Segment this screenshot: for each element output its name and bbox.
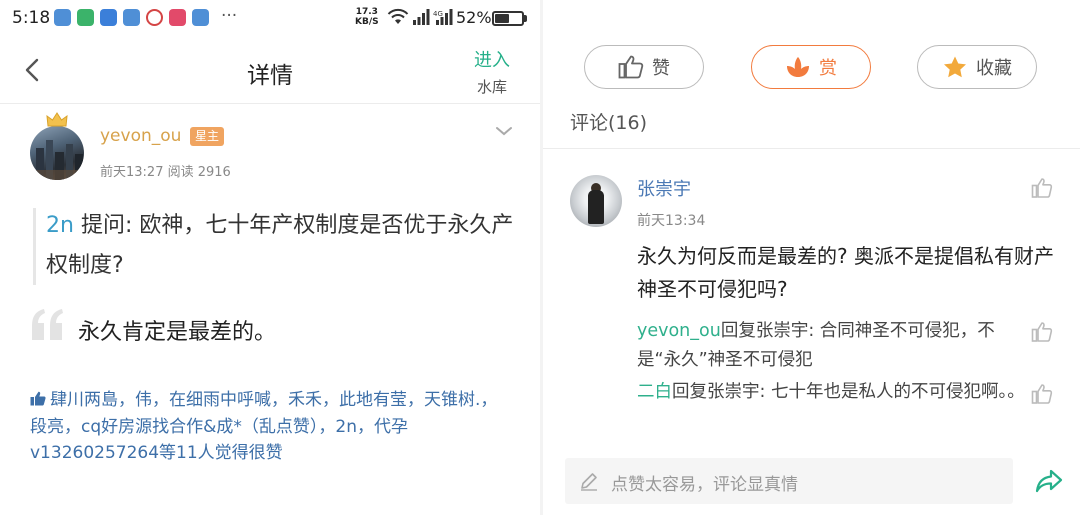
reply-action: 回复: [672, 382, 707, 402]
comment-text: 永久为何反而是最差的? 奥派不是提倡私有财产神圣不可侵犯吗?: [637, 244, 1054, 301]
svg-text:4G: 4G: [433, 10, 443, 18]
status-time: 5:18: [12, 8, 51, 28]
enter-group-button[interactable]: 进入 水库: [468, 46, 516, 97]
comment-time: 前天13:34: [637, 213, 706, 229]
comment-input-placeholder: 点赞太容易，评论显真情: [611, 475, 798, 495]
reply-like-icon[interactable]: [1031, 321, 1053, 343]
network-speed-unit: KB/S: [355, 17, 379, 27]
group-name-label: 水库: [476, 78, 507, 96]
status-bar: 5:18 ··· 17.3 KB/S 4G 52%: [0, 0, 540, 36]
top-nav-bar: 详情 进入 水库: [0, 36, 540, 104]
likers-list: 肆川两島，伟，在细雨中呼喊，禾禾，此地有莹，天锥树.，段亮，cq好房源找合作&成…: [30, 387, 510, 467]
reply-target[interactable]: 张崇宇: [756, 321, 809, 341]
answer-text: 永久肯定是最差的。: [78, 320, 277, 345]
reply-text: : 七十年也是私人的不可侵犯啊。。: [759, 382, 1025, 402]
reward-flower-icon: [787, 57, 809, 77]
wifi-icon: [387, 8, 409, 24]
comment-like-icon[interactable]: [1031, 177, 1053, 199]
reply-author[interactable]: yevon_ou: [637, 321, 721, 341]
battery-level-fill: [495, 14, 509, 23]
post-detail-screen: 5:18 ··· 17.3 KB/S 4G 52% 详情 进入 水库 yevon…: [0, 0, 540, 515]
comments-count-header: 评论(16): [570, 112, 648, 134]
comments-screen: 赞 赏 收藏 评论(16) 张崇宇 前天13:34 永久为何反而是最差的? 奥派…: [543, 0, 1080, 515]
comment-input[interactable]: 点赞太容易，评论显真情: [565, 458, 1013, 504]
notification-app-icon: [54, 9, 71, 26]
favorite-button[interactable]: 收藏: [917, 45, 1037, 89]
star-icon: [944, 56, 966, 78]
notification-app-icon: [77, 9, 94, 26]
question-text: 2n 提问: 欧神，七十年产权制度是否优于永久产权制度?: [46, 206, 516, 286]
reply-like-icon[interactable]: [1031, 383, 1053, 405]
like-label: 赞: [652, 58, 670, 79]
reward-button[interactable]: 赏: [751, 45, 871, 89]
notification-app-icon: [100, 9, 117, 26]
quote-icon: [32, 309, 63, 340]
question-asker[interactable]: 2n: [46, 213, 74, 238]
pencil-icon: [581, 473, 597, 491]
signal-icon: [413, 9, 430, 25]
battery-icon: [492, 11, 524, 26]
notification-app-icon: [123, 9, 140, 26]
author-avatar[interactable]: [30, 126, 84, 180]
like-button[interactable]: 赞: [584, 45, 704, 89]
commenter-avatar[interactable]: [570, 175, 622, 227]
signal-4g-icon: 4G: [433, 9, 453, 25]
post-meta: 前天13:27 阅读 2916: [100, 165, 231, 180]
reply-author[interactable]: 二白: [637, 382, 672, 402]
reward-label: 赏: [819, 58, 837, 79]
thumbs-up-outline-icon: [618, 55, 644, 79]
question-body: 提问: 欧神，七十年产权制度是否优于永久产权制度?: [46, 213, 514, 278]
notification-app-icon: [169, 9, 186, 26]
battery-percent: 52%: [456, 8, 492, 27]
owner-badge: 星主: [190, 127, 225, 146]
notification-app-icon: [146, 9, 163, 26]
enter-label: 进入: [474, 50, 510, 71]
author-name[interactable]: yevon_ou: [100, 126, 181, 146]
battery-cap: [524, 15, 527, 22]
more-notifications-icon: ···: [221, 6, 238, 26]
question-quote-bar: [33, 208, 36, 285]
avatar-person-body: [588, 190, 604, 224]
page-title: 详情: [247, 63, 293, 89]
share-icon[interactable]: [1035, 468, 1063, 494]
reply-item[interactable]: 二白回复张崇宇: 七十年也是私人的不可侵犯啊。。: [637, 378, 1027, 407]
notification-app-icon: [192, 9, 209, 26]
crown-icon: [46, 112, 68, 127]
avatar-cityscape-icon: [30, 140, 84, 180]
commenter-name[interactable]: 张崇宇: [637, 175, 691, 201]
network-speed-value: 17.3: [355, 7, 378, 17]
divider: [543, 148, 1080, 149]
chevron-down-icon[interactable]: [494, 124, 514, 138]
favorite-label: 收藏: [976, 58, 1012, 79]
reply-item[interactable]: yevon_ou回复张崇宇: 合同神圣不可侵犯，不是“永久”神圣不可侵犯: [637, 317, 1027, 375]
reply-target[interactable]: 张崇宇: [707, 382, 760, 402]
likers-names[interactable]: 肆川两島，伟，在细雨中呼喊，禾禾，此地有莹，天锥树.，段亮，cq好房源找合作&成…: [30, 390, 497, 463]
thumbs-up-icon: [30, 391, 46, 406]
reply-action: 回复: [720, 321, 756, 341]
network-speed: 17.3 KB/S: [355, 7, 379, 27]
notification-icons: [54, 9, 209, 26]
